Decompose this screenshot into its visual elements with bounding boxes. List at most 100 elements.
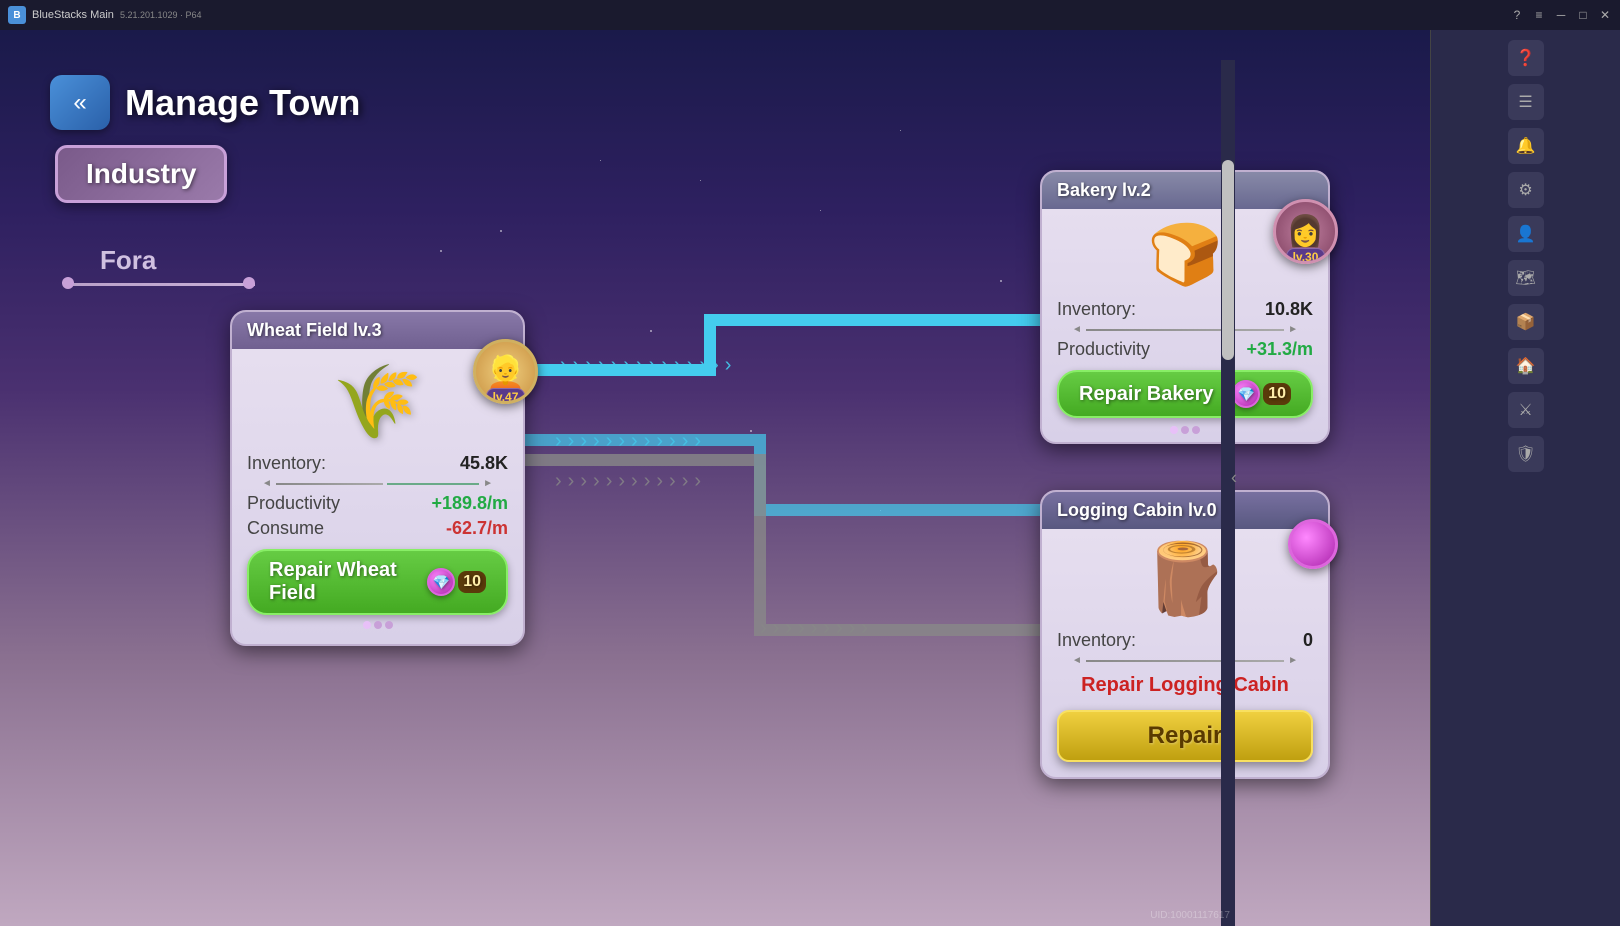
gray-chev-b4: › [798, 617, 805, 640]
back-button[interactable]: « [50, 75, 110, 130]
inventory-row: Inventory: 45.8K [247, 453, 508, 474]
bakery-card-header: Bakery lv.2 [1042, 172, 1328, 209]
repair-bakery-gem-badge: 💎 10 [1232, 380, 1291, 408]
bakery-inventory-value: 10.8K [1265, 299, 1313, 320]
gray-chev-3: › [580, 470, 587, 493]
chevron-m6: › [618, 430, 625, 453]
gray-chev-b3: › [785, 617, 792, 640]
titlebar: B BlueStacks Main 5.21.201.1029 · P64 ? … [0, 0, 1620, 30]
bakery-gem-icon: 💎 [1232, 380, 1260, 408]
bakery-char-face: 👩 [1287, 214, 1324, 249]
bakery-dot-2 [1181, 426, 1189, 434]
sidebar-icon-2[interactable]: ☰ [1508, 84, 1544, 120]
page-title: Manage Town [125, 82, 360, 124]
sidebar-icon-3[interactable]: 🔔 [1508, 128, 1544, 164]
chevron-2: › [573, 354, 580, 377]
logging-card-body: 🪵 Inventory: 0 ◄ ► Repair Logging Cabin … [1042, 529, 1328, 762]
chevron-10: › [674, 354, 681, 377]
industry-tab-label: Industry [86, 158, 196, 189]
dot-3 [385, 621, 393, 629]
bakery-inventory-label: Inventory: [1057, 299, 1136, 320]
app-version: 5.21.201.1029 · P64 [120, 10, 202, 20]
bakery-dot-1 [1170, 426, 1178, 434]
gray-chev-2: › [568, 470, 575, 493]
logging-stats: Inventory: 0 ◄ ► [1042, 630, 1328, 666]
minimize-button[interactable]: ─ [1554, 8, 1568, 22]
chevron-m8: › [644, 430, 651, 453]
repair-logging-text: Repair Logging Cabin [1042, 669, 1328, 702]
bakery-productivity-label: Productivity [1057, 339, 1150, 360]
repair-wheat-cost: 10 [458, 571, 486, 593]
game-area: « Manage Town Industry Fora › › › › › › … [0, 30, 1430, 926]
sidebar-icon-1[interactable]: ❓ [1508, 40, 1544, 76]
fora-dot-right [243, 277, 255, 289]
logging-inventory-value: 0 [1303, 630, 1313, 651]
bakery-inv-line [1086, 329, 1284, 331]
gray-chev-b7: › [836, 617, 843, 640]
industry-tab[interactable]: Industry [55, 145, 227, 203]
chevron-m7: › [631, 430, 638, 453]
repair-bakery-button[interactable]: Repair Bakery 💎 10 [1057, 370, 1313, 418]
chevron-8: › [649, 354, 656, 377]
wheat-icon: 🌾 [333, 359, 423, 444]
gray-chev-1: › [555, 470, 562, 493]
chevron-3: › [585, 354, 592, 377]
scroll-track [1221, 60, 1235, 926]
sidebar-icon-9[interactable]: ⚔ [1508, 392, 1544, 428]
expand-arrow[interactable]: ‹ [1231, 468, 1237, 489]
sidebar-icon-8[interactable]: 🏠 [1508, 348, 1544, 384]
gray-chev-10: › [669, 470, 676, 493]
chevron-12: › [699, 354, 706, 377]
gray-chev-7: › [631, 470, 638, 493]
chevron-1: › [560, 354, 567, 377]
productivity-label: Productivity [247, 493, 340, 514]
blue-chevrons-top: › › › › › › › › › › › › › › [560, 354, 731, 377]
bakery-productivity-value: +31.3/m [1246, 339, 1313, 360]
sidebar-icon-10[interactable]: 🛡 [1508, 436, 1544, 472]
gray-chev-b2: › [773, 617, 780, 640]
inventory-label: Inventory: [247, 453, 326, 474]
gray-chev-12: › [694, 470, 701, 493]
scroll-thumb[interactable] [1222, 160, 1234, 360]
sidebar-icon-7[interactable]: 📦 [1508, 304, 1544, 340]
repair-logging-button[interactable]: Repair [1057, 710, 1313, 762]
gray-chev-6: › [618, 470, 625, 493]
sidebar-icon-5[interactable]: 👤 [1508, 216, 1544, 252]
window-controls: ? ≡ ─ □ ✕ [1510, 8, 1612, 22]
bakery-inventory-bar: ◄ ► [1057, 324, 1313, 335]
gray-chev-8: › [644, 470, 651, 493]
gray-chev-5: › [606, 470, 613, 493]
gray-chev-b6: › [823, 617, 830, 640]
bakery-inventory-row: Inventory: 10.8K [1057, 299, 1313, 320]
chevron-m9: › [656, 430, 663, 453]
page-title-area: « Manage Town [50, 75, 360, 130]
logging-icon-area: 🪵 [1042, 529, 1328, 626]
right-sidebar: ❓ ☰ 🔔 ⚙ 👤 🗺 📦 🏠 ⚔ 🛡 [1430, 30, 1620, 926]
sidebar-icon-4[interactable]: ⚙ [1508, 172, 1544, 208]
repair-bakery-cost: 10 [1263, 383, 1291, 405]
gray-chevrons-bottom: › › › › › › › › › [760, 617, 868, 640]
logging-inventory-row: Inventory: 0 [1057, 630, 1313, 651]
close-button[interactable]: ✕ [1598, 8, 1612, 22]
bakery-card-title: Bakery lv.2 [1057, 180, 1151, 200]
repair-wheat-button[interactable]: Repair Wheat Field 💎 10 [247, 549, 508, 615]
bakery-character-avatar[interactable]: 👩 lv.30 [1273, 199, 1338, 264]
logging-inv-line [1086, 660, 1284, 662]
repair-logging-label: Repair [1148, 722, 1223, 749]
chevron-m11: › [682, 430, 689, 453]
consume-value: -62.7/m [446, 518, 508, 539]
menu-button[interactable]: ≡ [1532, 8, 1546, 22]
productivity-value: +189.8/m [431, 493, 508, 514]
logging-gem-decoration [1288, 519, 1338, 569]
chevron-m4: › [593, 430, 600, 453]
chevron-m10: › [669, 430, 676, 453]
maximize-button[interactable]: □ [1576, 8, 1590, 22]
help-button[interactable]: ? [1510, 8, 1524, 22]
wheat-card-title: Wheat Field lv.3 [247, 320, 382, 340]
gray-chevrons-top: › › › › › › › › › › › › [555, 470, 701, 493]
wheat-character-avatar[interactable]: 👱 lv.47 [473, 339, 538, 404]
inventory-value: 45.8K [460, 453, 508, 474]
app-name: BlueStacks Main [32, 9, 114, 21]
sidebar-icon-6[interactable]: 🗺 [1508, 260, 1544, 296]
fora-separator-line [65, 283, 255, 286]
